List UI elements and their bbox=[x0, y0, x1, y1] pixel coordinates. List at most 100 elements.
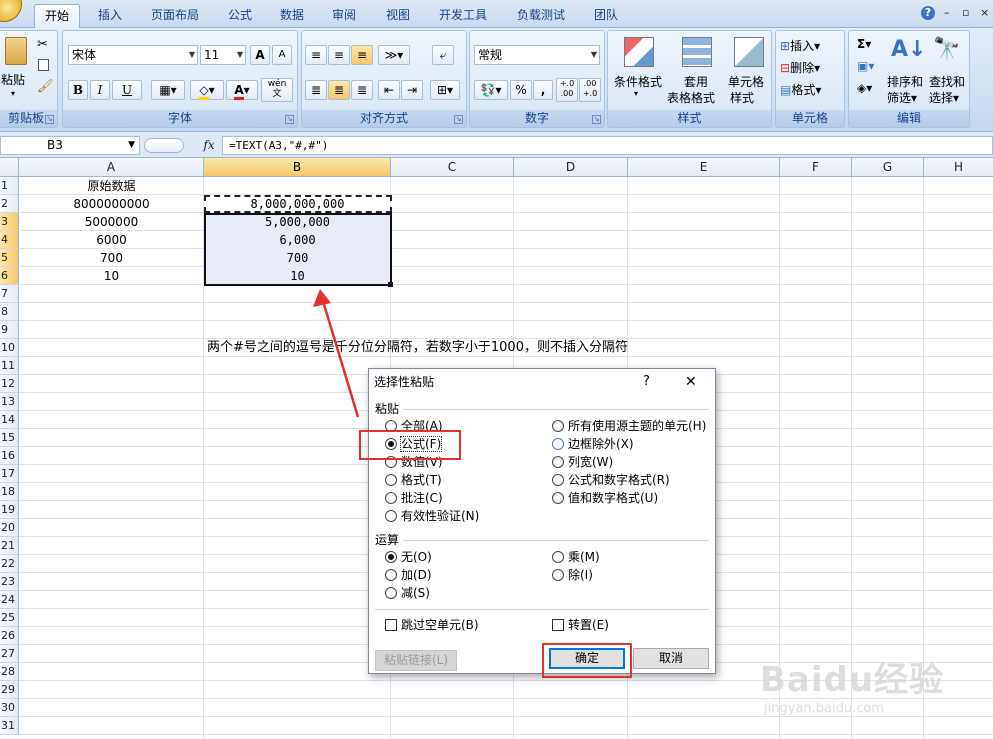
merge-center-button[interactable]: ⊞▾ bbox=[430, 80, 460, 100]
radio-op-multiply[interactable]: 乘(M) bbox=[552, 549, 600, 565]
align-left-button[interactable]: ≣ bbox=[305, 80, 327, 100]
insert-function-icon[interactable]: fx bbox=[197, 136, 221, 155]
help-icon[interactable]: ? bbox=[921, 6, 935, 20]
name-box-splitter[interactable] bbox=[144, 138, 184, 153]
cell-b3[interactable]: 5,000,000 bbox=[204, 213, 391, 231]
clipboard-launcher-icon[interactable]: ↘ bbox=[45, 115, 54, 124]
col-header-a[interactable]: A bbox=[19, 158, 204, 177]
find-select-icon[interactable]: 🔭 bbox=[933, 37, 960, 62]
tab-formulas[interactable]: 公式 bbox=[220, 4, 260, 28]
shrink-font-button[interactable]: A bbox=[272, 45, 292, 65]
row-header[interactable]: 26 bbox=[0, 627, 19, 645]
cell-a3[interactable]: 5000000 bbox=[19, 213, 204, 231]
radio-paste-formats[interactable]: 格式(T) bbox=[385, 472, 442, 488]
row-header[interactable]: 29 bbox=[0, 681, 19, 699]
format-as-table-icon[interactable] bbox=[682, 37, 712, 67]
paste-link-button[interactable]: 粘贴链接(L) bbox=[375, 650, 457, 671]
checkbox-transpose[interactable]: 转置(E) bbox=[552, 617, 609, 633]
decrease-decimal-button[interactable]: .00 +.0 bbox=[579, 78, 601, 102]
row-header[interactable]: 11 bbox=[0, 357, 19, 375]
find-select-label-1[interactable]: 查找和 bbox=[929, 73, 965, 90]
sort-filter-label-2[interactable]: 筛选▾ bbox=[887, 89, 917, 106]
phonetic-button[interactable]: wén 文 bbox=[261, 78, 293, 102]
conditional-format-button[interactable]: 条件格式 bbox=[614, 73, 662, 90]
row-header[interactable]: 14 bbox=[0, 411, 19, 429]
radio-paste-validation[interactable]: 有效性验证(N) bbox=[385, 508, 479, 524]
border-button[interactable]: ▦▾ bbox=[151, 80, 185, 100]
col-header-b[interactable]: B bbox=[204, 158, 391, 177]
font-name-combo[interactable]: 宋体 ▼ bbox=[68, 45, 198, 65]
row-header[interactable]: 27 bbox=[0, 645, 19, 663]
row-header[interactable]: 6 bbox=[0, 267, 19, 285]
restore-icon[interactable]: ▫ bbox=[962, 6, 969, 19]
row-header[interactable]: 7 bbox=[0, 285, 19, 303]
align-middle-button[interactable]: ≡ bbox=[328, 45, 350, 65]
align-bottom-button[interactable]: ≡ bbox=[351, 45, 373, 65]
tab-review[interactable]: 审阅 bbox=[324, 4, 364, 28]
row-header[interactable]: 30 bbox=[0, 699, 19, 717]
row-header[interactable]: 16 bbox=[0, 447, 19, 465]
radio-paste-column-widths[interactable]: 列宽(W) bbox=[552, 454, 613, 470]
cell-styles-label-1[interactable]: 单元格 bbox=[728, 73, 764, 90]
minimize-icon[interactable]: – bbox=[944, 6, 950, 19]
grow-font-button[interactable]: A bbox=[250, 45, 270, 65]
tab-load-test[interactable]: 负载测试 bbox=[508, 4, 574, 28]
underline-button[interactable]: U bbox=[112, 80, 142, 100]
cell-a5[interactable]: 700 bbox=[19, 249, 204, 267]
col-header-e[interactable]: E bbox=[628, 158, 780, 177]
name-box[interactable]: B3 ▼ bbox=[0, 136, 140, 155]
autosum-button[interactable]: Σ▾ bbox=[857, 37, 871, 51]
row-header[interactable]: 18 bbox=[0, 483, 19, 501]
row-header[interactable]: 23 bbox=[0, 573, 19, 591]
fill-color-button[interactable]: ◇▾ bbox=[190, 80, 224, 100]
format-as-table-label-1[interactable]: 套用 bbox=[684, 73, 708, 90]
font-size-combo[interactable]: 11 ▼ bbox=[200, 45, 246, 65]
radio-op-divide[interactable]: 除(I) bbox=[552, 567, 593, 583]
tab-team[interactable]: 团队 bbox=[586, 4, 626, 28]
format-cells-button[interactable]: ▤格式▾ bbox=[780, 81, 821, 98]
paste-dropdown-icon[interactable]: ▾ bbox=[11, 89, 15, 98]
col-header-f[interactable]: F bbox=[780, 158, 852, 177]
row-header[interactable]: 31 bbox=[0, 717, 19, 735]
row-header[interactable]: 28 bbox=[0, 663, 19, 681]
radio-paste-formulas-number-formats[interactable]: 公式和数字格式(R) bbox=[552, 472, 670, 488]
radio-op-add[interactable]: 加(D) bbox=[385, 567, 432, 583]
row-header[interactable]: 8 bbox=[0, 303, 19, 321]
row-header[interactable]: 24 bbox=[0, 591, 19, 609]
row-header[interactable]: 10 bbox=[0, 339, 19, 357]
select-all-corner[interactable] bbox=[0, 158, 19, 177]
paste-button-label[interactable]: 粘贴 bbox=[1, 71, 25, 88]
cell-a1[interactable]: 原始数据 bbox=[19, 177, 204, 195]
cell-b10-note[interactable]: 两个#号之间的逗号是千分位分隔符，若数字小于1000，则不插入分隔符 bbox=[207, 339, 628, 357]
radio-op-subtract[interactable]: 减(S) bbox=[385, 585, 430, 601]
copy-icon[interactable] bbox=[38, 59, 49, 71]
cell-a4[interactable]: 6000 bbox=[19, 231, 204, 249]
radio-paste-source-theme[interactable]: 所有使用源主题的单元(H) bbox=[552, 418, 706, 434]
row-header[interactable]: 2 bbox=[0, 195, 19, 213]
font-launcher-icon[interactable]: ↘ bbox=[285, 115, 294, 124]
sort-filter-label-1[interactable]: 排序和 bbox=[887, 73, 923, 90]
number-launcher-icon[interactable]: ↘ bbox=[592, 115, 601, 124]
row-header[interactable]: 17 bbox=[0, 465, 19, 483]
align-center-button[interactable]: ≣ bbox=[328, 80, 350, 100]
cell-a6[interactable]: 10 bbox=[19, 267, 204, 285]
row-header[interactable]: 9 bbox=[0, 321, 19, 339]
sort-filter-icon[interactable]: A↓ bbox=[891, 37, 926, 62]
col-header-d[interactable]: D bbox=[514, 158, 628, 177]
row-header[interactable]: 5 bbox=[0, 249, 19, 267]
decrease-indent-button[interactable]: ⇤ bbox=[378, 80, 400, 100]
orientation-button[interactable]: ≫▾ bbox=[378, 45, 410, 65]
tab-developer[interactable]: 开发工具 bbox=[430, 4, 496, 28]
wrap-text-button[interactable]: ⤶ bbox=[432, 45, 454, 65]
tab-insert[interactable]: 插入 bbox=[88, 4, 132, 28]
tab-page-layout[interactable]: 页面布局 bbox=[142, 4, 208, 28]
close-icon[interactable]: × bbox=[980, 6, 989, 19]
radio-paste-no-borders[interactable]: 边框除外(X) bbox=[552, 436, 634, 452]
tab-view[interactable]: 视图 bbox=[378, 4, 418, 28]
cell-styles-icon[interactable] bbox=[734, 37, 764, 67]
row-header[interactable]: 13 bbox=[0, 393, 19, 411]
formula-input[interactable]: =TEXT(A3,"#,#") bbox=[222, 136, 993, 155]
increase-decimal-button[interactable]: +.0 .00 bbox=[556, 78, 578, 102]
accounting-format-button[interactable]: 💱▾ bbox=[474, 80, 508, 100]
row-header[interactable]: 19 bbox=[0, 501, 19, 519]
